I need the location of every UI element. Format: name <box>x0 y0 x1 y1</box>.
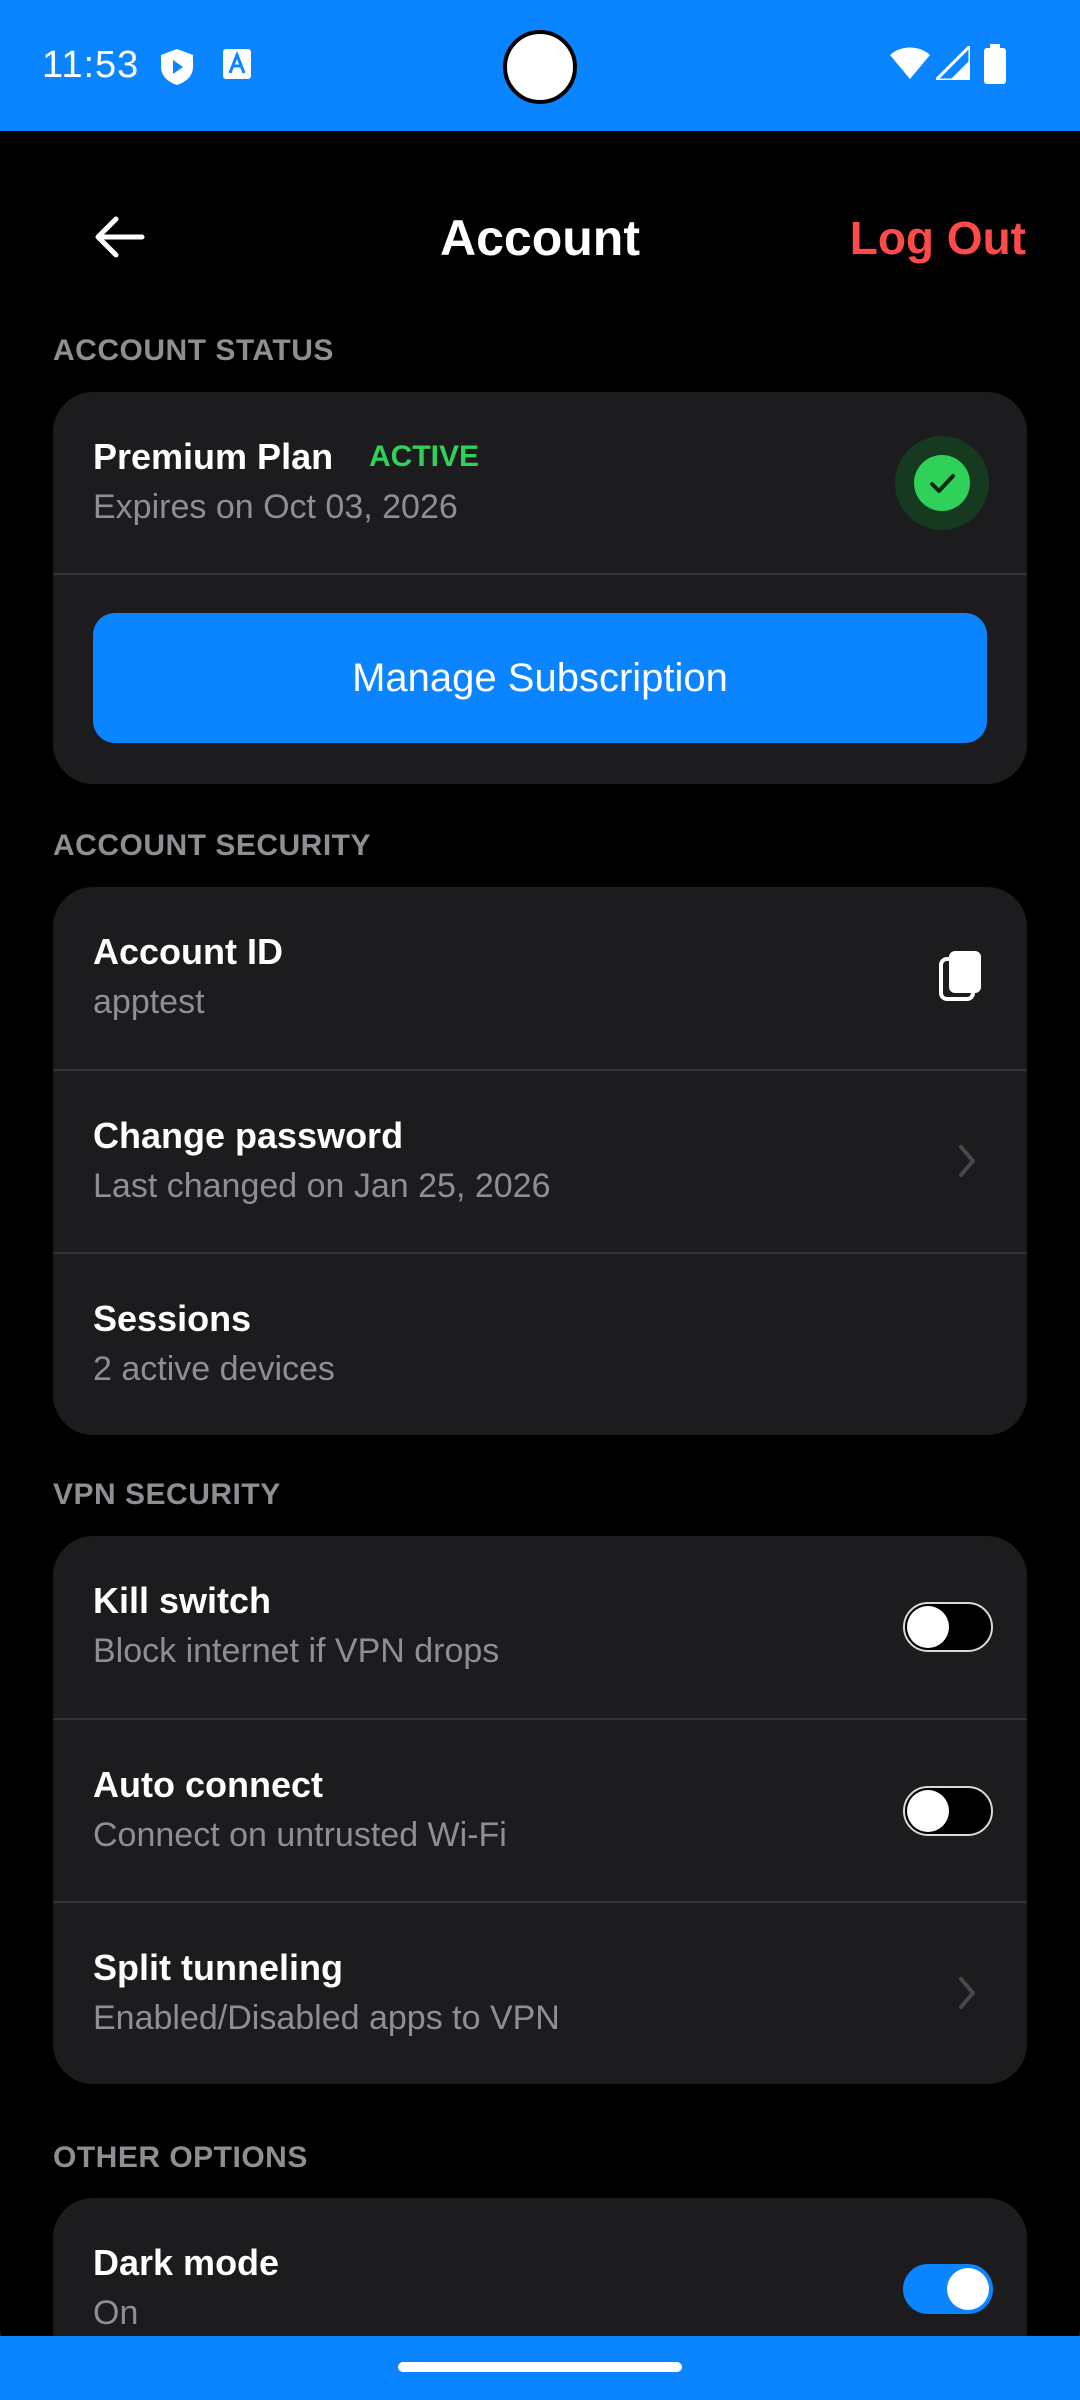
dark-mode-row: Dark mode On <box>53 2198 1027 2336</box>
other-options-card: Dark mode On <box>53 2198 1027 2336</box>
manage-subscription-button[interactable]: Manage Subscription <box>93 613 987 743</box>
chevron-right-icon <box>957 1141 977 1186</box>
top-app-bar: Account Log Out <box>0 131 1080 341</box>
account-security-card: Account ID apptest Change password Last … <box>53 887 1027 1435</box>
plan-row: Premium Plan ACTIVE Expires on Oct 03, 2… <box>53 392 1027 575</box>
kill-switch-subtitle: Block internet if VPN drops <box>93 1632 500 1670</box>
sessions-title: Sessions <box>93 1298 252 1339</box>
split-tunneling-row[interactable]: Split tunneling Enabled/Disabled apps to… <box>53 1901 1027 2084</box>
logout-button[interactable]: Log Out <box>850 211 1026 265</box>
plan-name: Premium Plan <box>93 436 334 477</box>
dark-mode-subtitle: On <box>93 2294 139 2332</box>
change-password-title: Change password <box>93 1115 404 1156</box>
account-id-row: Account ID apptest <box>53 887 1027 1070</box>
section-label-other-options: OTHER OPTIONS <box>53 2141 308 2174</box>
status-badge: ACTIVE <box>369 440 480 473</box>
chevron-right-icon <box>957 1973 977 2018</box>
sessions-subtitle: 2 active devices <box>93 1350 335 1388</box>
sessions-row[interactable]: Sessions 2 active devices <box>53 1252 1027 1435</box>
account-screen: Account Log Out ACCOUNT STATUS Premium P… <box>0 131 1080 2336</box>
plan-expiry: Expires on Oct 03, 2026 <box>93 488 458 526</box>
dark-mode-title: Dark mode <box>93 2242 280 2283</box>
split-tunneling-subtitle: Enabled/Disabled apps to VPN <box>93 1999 560 2037</box>
section-label-account-security: ACCOUNT SECURITY <box>53 829 372 862</box>
phone-frame: 11:53 Account Log Out ACCOUNT STATUS Pre… <box>0 0 1080 2400</box>
kill-switch-row: Kill switch Block internet if VPN drops <box>53 1536 1027 1719</box>
status-time: 11:53 <box>42 44 140 86</box>
vpn-security-card: Kill switch Block internet if VPN drops … <box>53 1536 1027 2084</box>
auto-connect-subtitle: Connect on untrusted Wi-Fi <box>93 1816 507 1854</box>
kill-switch-title: Kill switch <box>93 1580 272 1621</box>
dark-mode-toggle[interactable] <box>903 2264 993 2314</box>
copy-icon[interactable] <box>937 949 987 1010</box>
check-circle-icon <box>895 436 989 530</box>
accessibility-icon <box>222 48 252 85</box>
signal-icon <box>932 42 972 85</box>
account-id-value: apptest <box>93 983 205 1021</box>
auto-connect-row: Auto connect Connect on untrusted Wi-Fi <box>53 1718 1027 1901</box>
front-camera <box>503 30 577 104</box>
section-label-vpn-security: VPN SECURITY <box>53 1478 281 1511</box>
manage-row: Manage Subscription <box>53 573 1027 784</box>
wifi-icon <box>890 46 930 85</box>
shield-icon <box>160 48 194 91</box>
account-id-title: Account ID <box>93 931 284 972</box>
battery-icon <box>984 44 1006 89</box>
auto-connect-toggle[interactable] <box>903 1786 993 1836</box>
section-label-account-status: ACCOUNT STATUS <box>53 334 334 367</box>
status-bar: 11:53 <box>0 0 1080 131</box>
change-password-row[interactable]: Change password Last changed on Jan 25, … <box>53 1069 1027 1252</box>
kill-switch-toggle[interactable] <box>903 1602 993 1652</box>
split-tunneling-title: Split tunneling <box>93 1947 343 1988</box>
account-status-card: Premium Plan ACTIVE Expires on Oct 03, 2… <box>53 392 1027 784</box>
change-password-subtitle: Last changed on Jan 25, 2026 <box>93 1167 551 1205</box>
auto-connect-title: Auto connect <box>93 1764 323 1805</box>
home-indicator[interactable] <box>398 2362 682 2372</box>
